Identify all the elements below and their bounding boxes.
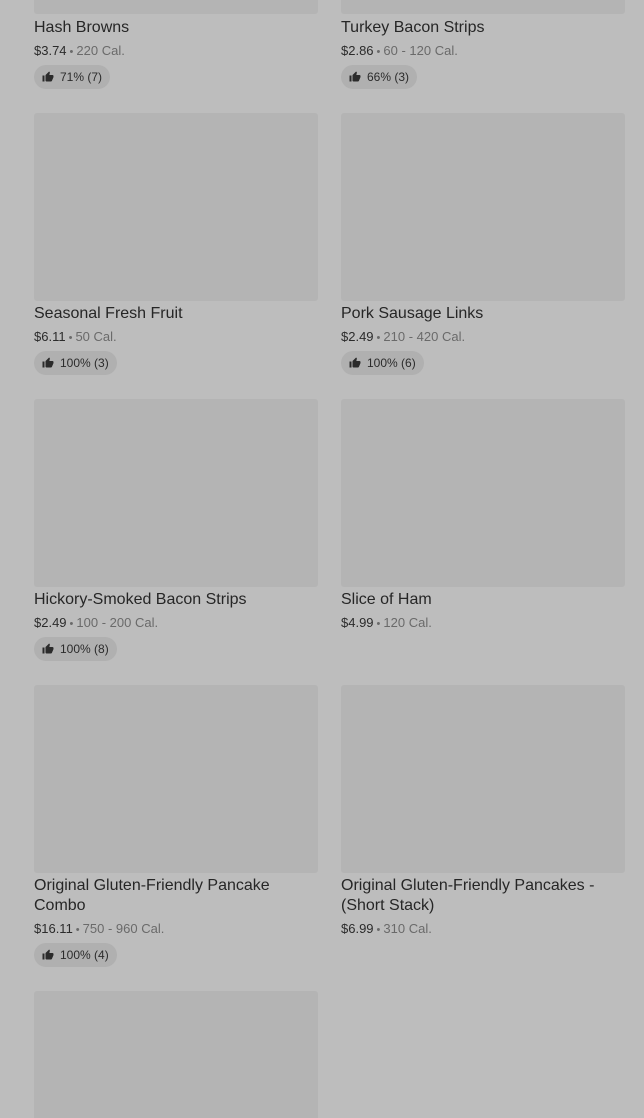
rating-text: 100% (4): [60, 948, 109, 962]
menu-item-price: $2.86: [341, 43, 374, 58]
menu-item-image[interactable]: [34, 0, 318, 14]
separator-dot: •: [75, 924, 80, 936]
rating-badge: 71% (7): [34, 65, 111, 89]
rating-text: 100% (6): [367, 356, 416, 370]
rating-badge: 100% (4): [34, 943, 117, 967]
menu-item-price: $4.99: [341, 615, 374, 630]
menu-item-calories: 310 Cal.: [383, 921, 432, 936]
separator-dot: •: [376, 924, 381, 936]
menu-item-name: Original Gluten-Friendly Pancakes - (Sho…: [341, 877, 595, 914]
menu-item-meta: $2.49 • 100 - 200 Cal.: [34, 615, 158, 632]
thumbs-up-icon: [349, 357, 361, 369]
menu-item-name: Hash Browns: [34, 19, 130, 36]
menu-item-image[interactable]: [34, 685, 318, 873]
menu-item-price: $3.74: [34, 43, 67, 58]
menu-item-price: $2.49: [34, 615, 67, 630]
menu-item-name: Seasonal Fresh Fruit: [34, 305, 183, 322]
menu-item-price: $6.11: [34, 329, 66, 344]
menu-item-meta: $3.74 • 220 Cal.: [34, 43, 125, 60]
rating-text: 100% (3): [60, 356, 109, 370]
separator-dot: •: [69, 46, 74, 58]
rating-badge: 100% (8): [34, 637, 117, 661]
rating-badge: 100% (6): [341, 351, 424, 375]
menu-item-calories: 120 Cal.: [383, 615, 432, 630]
thumbs-up-icon: [42, 357, 54, 369]
menu-item-name: Turkey Bacon Strips: [341, 19, 485, 36]
rating-text: 71% (7): [60, 70, 103, 84]
menu-item-calories: 50 Cal.: [75, 329, 117, 344]
thumbs-up-icon: [349, 71, 361, 83]
menu-item-meta: $6.11 • 50 Cal.: [34, 329, 117, 346]
menu-item-price: $6.99: [341, 921, 374, 936]
menu-item-image[interactable]: [341, 399, 625, 587]
separator-dot: •: [376, 618, 381, 630]
menu-item-image[interactable]: [34, 399, 318, 587]
menu-item-calories: 750 - 960 Cal.: [82, 921, 165, 936]
menu-item-meta: $16.11 • 750 - 960 Cal.: [34, 921, 164, 938]
rating-badge: 66% (3): [341, 65, 418, 89]
menu-item-price: $2.49: [341, 329, 374, 344]
thumbs-up-icon: [42, 71, 54, 83]
menu-item-calories: 100 - 200 Cal.: [76, 615, 159, 630]
menu-item-meta: $4.99 • 120 Cal.: [341, 615, 432, 632]
menu-item-meta: $6.99 • 310 Cal.: [341, 921, 432, 938]
menu-item-meta: $2.86 • 60 - 120 Cal.: [341, 43, 458, 60]
menu-item-name: Hickory-Smoked Bacon Strips: [34, 591, 247, 608]
menu-item-name: Original Gluten-Friendly Pancake Combo: [34, 877, 270, 914]
menu-item-calories: 210 - 420 Cal.: [383, 329, 466, 344]
menu-item-price: $16.11: [34, 921, 73, 936]
menu-item-meta: $2.49 • 210 - 420 Cal.: [341, 329, 465, 346]
menu-item-calories: 220 Cal.: [76, 43, 125, 58]
menu-item-image[interactable]: [341, 685, 625, 873]
separator-dot: •: [376, 46, 381, 58]
thumbs-up-icon: [42, 643, 54, 655]
rating-text: 66% (3): [367, 70, 410, 84]
thumbs-up-icon: [42, 949, 54, 961]
menu-item-image[interactable]: [34, 991, 318, 1118]
rating-badge: 100% (3): [34, 351, 117, 375]
menu-item-image[interactable]: [341, 113, 625, 301]
menu-item-name: Slice of Ham: [341, 591, 432, 608]
separator-dot: •: [69, 618, 74, 630]
rating-text: 100% (8): [60, 642, 109, 656]
separator-dot: •: [376, 332, 381, 344]
menu-item-image[interactable]: [34, 113, 318, 301]
separator-dot: •: [68, 332, 73, 344]
menu-item-image[interactable]: [341, 0, 625, 14]
menu-item-calories: 60 - 120 Cal.: [383, 43, 458, 58]
menu-item-name: Pork Sausage Links: [341, 305, 484, 322]
